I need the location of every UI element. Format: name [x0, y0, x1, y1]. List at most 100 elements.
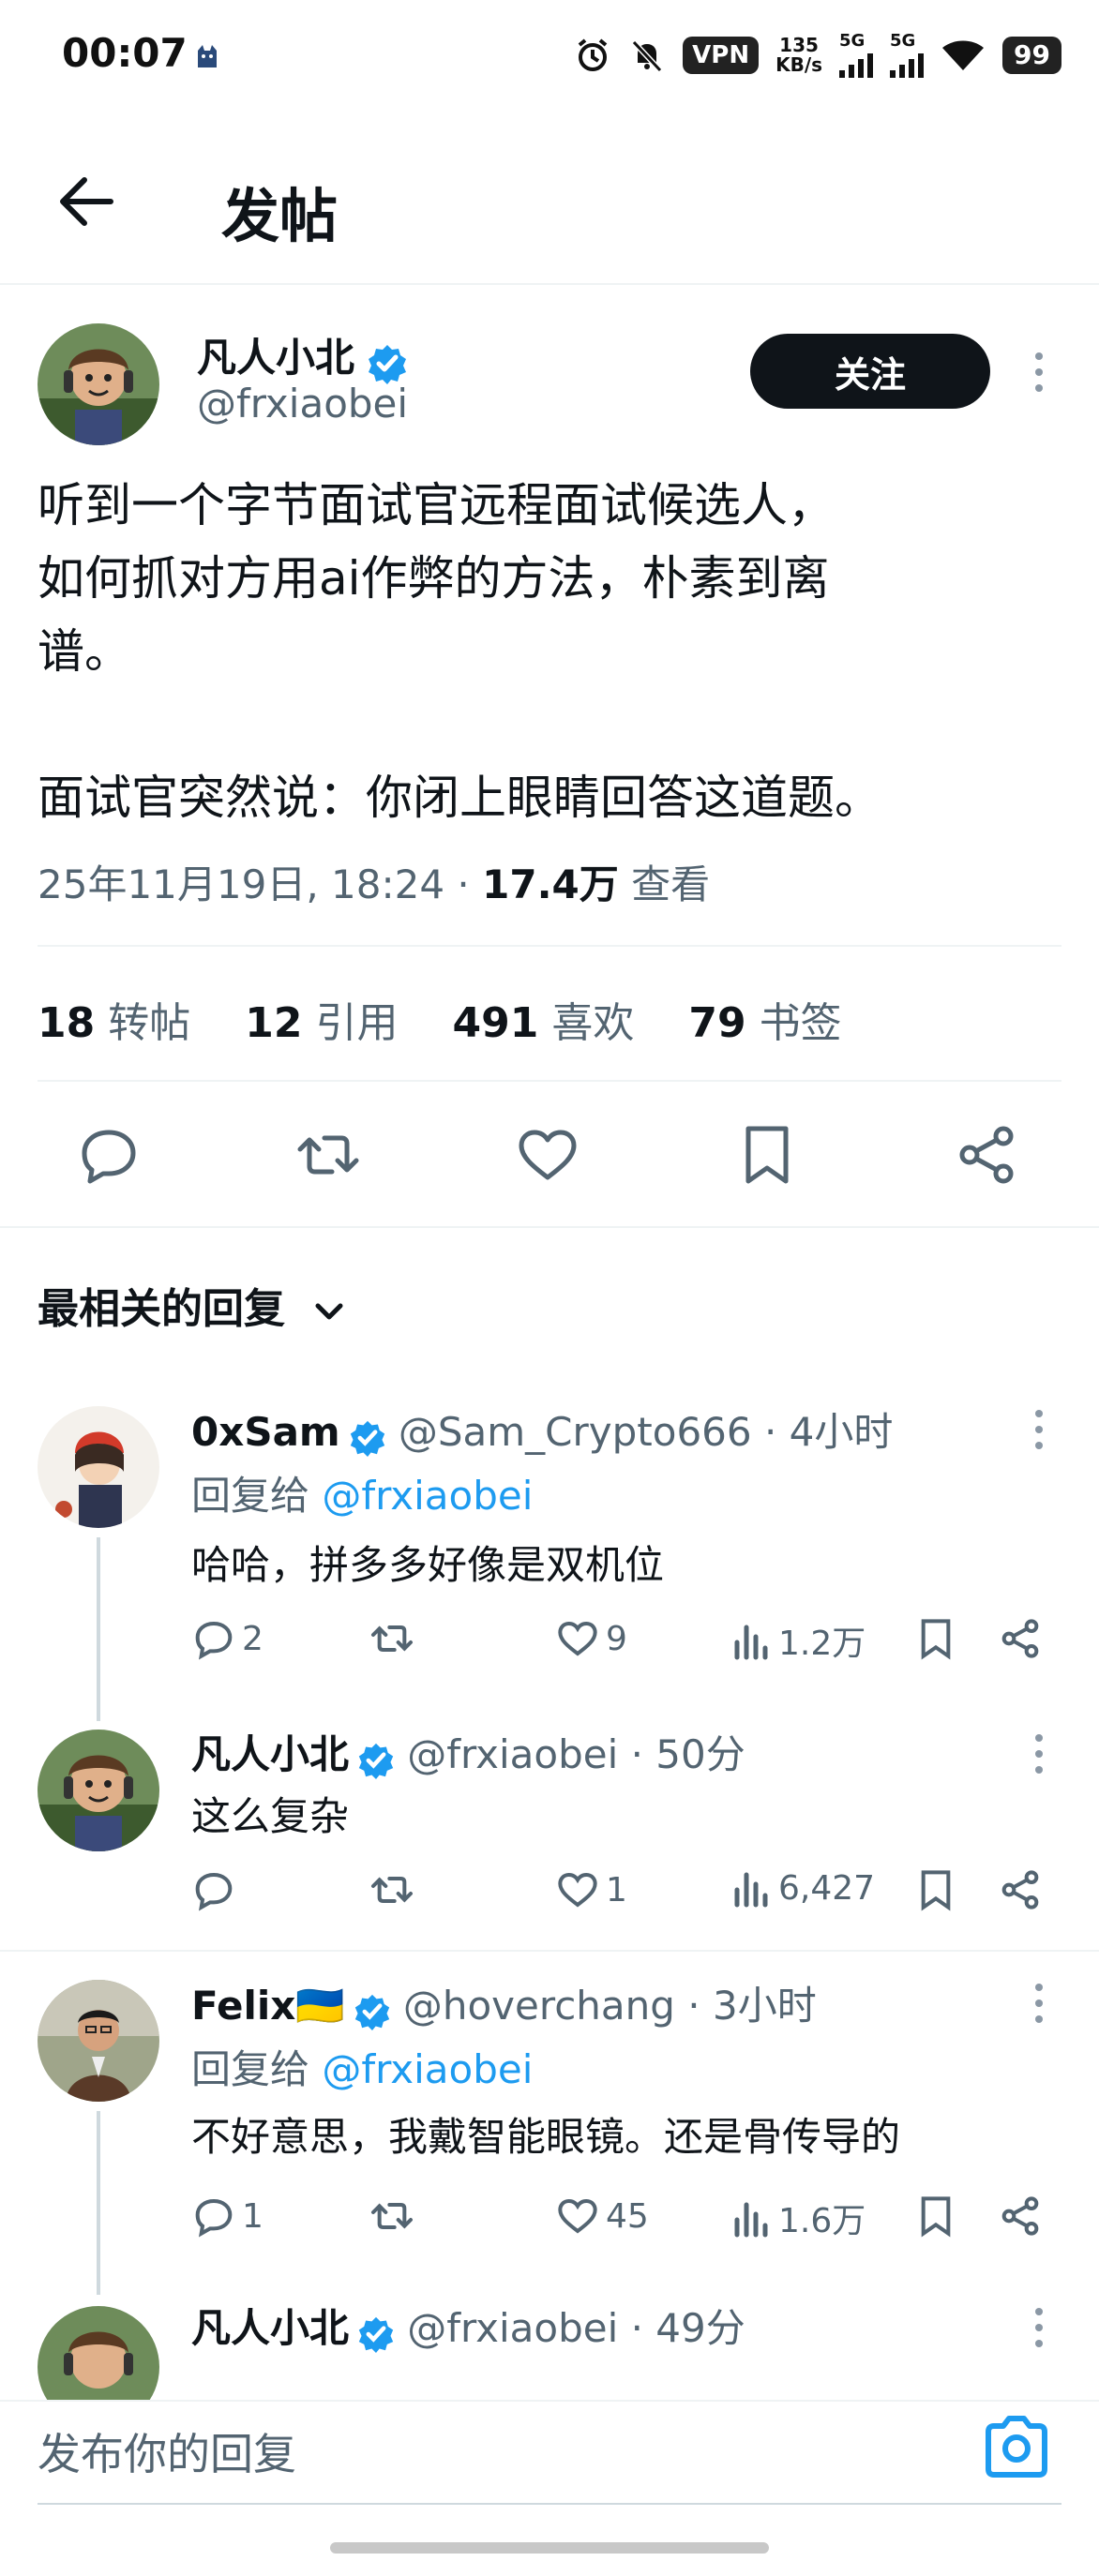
- reply-avatar-felix[interactable]: [38, 1980, 159, 2102]
- retweet-icon: [371, 1877, 413, 1903]
- retweet-icon[interactable]: [294, 1121, 362, 1189]
- reply-icon[interactable]: [75, 1121, 143, 1189]
- reply-author-name[interactable]: 0xSam: [191, 1409, 340, 1455]
- verified-badge-icon: [358, 2316, 394, 2353]
- retweet-button[interactable]: [369, 1867, 420, 1912]
- chevron-down-icon: [315, 1303, 343, 1320]
- network-speed: 135 KB/s: [775, 34, 823, 76]
- reply-handle[interactable]: @frxiaobei · 49分: [407, 2305, 745, 2351]
- back-arrow-icon[interactable]: [54, 169, 120, 234]
- reply-header: 0xSam @Sam_Crypto666 · 4小时: [191, 1400, 893, 1458]
- share-icon: [1001, 2196, 1039, 2236]
- post-text: 听到一个字节面试官远程面试候选人， 如何抓对方用ai作弊的方法，朴素到离 谱。 …: [38, 478, 881, 825]
- retweet-button[interactable]: [369, 1616, 420, 1661]
- author-name-row: 凡人小北: [197, 326, 408, 384]
- share-icon: [1001, 1619, 1039, 1658]
- reply-button[interactable]: 1: [191, 2194, 263, 2239]
- view-count: 17.4万: [482, 861, 619, 907]
- reply-icon: [195, 1872, 233, 1911]
- status-time: 00:07: [62, 30, 188, 76]
- like-button[interactable]: 9: [555, 1616, 627, 1661]
- author-avatar[interactable]: [38, 323, 159, 445]
- home-indicator[interactable]: [330, 2542, 769, 2554]
- more-options-icon[interactable]: [1030, 2304, 1048, 2351]
- stats-divider: [38, 1080, 1061, 1082]
- bookmark-icon: [921, 1619, 951, 1660]
- signal-bars-icon: [890, 50, 925, 78]
- verified-badge-icon: [369, 344, 407, 384]
- camera-icon[interactable]: [981, 2411, 1052, 2482]
- share-button[interactable]: [998, 1616, 1043, 1661]
- more-options-icon[interactable]: [1030, 1406, 1048, 1453]
- like-button[interactable]: 45: [555, 2194, 649, 2239]
- bookmarks-stat[interactable]: 79 书签: [688, 999, 841, 1047]
- header-divider: [0, 283, 1099, 285]
- reply-handle[interactable]: @hoverchang · 3小时: [403, 1983, 817, 2029]
- analytics-bars-icon: [734, 1872, 768, 1908]
- reply-to-link[interactable]: @frxiaobei: [322, 2046, 533, 2092]
- wifi-icon: [942, 40, 985, 70]
- bookmark-icon: [921, 1870, 951, 1911]
- reply-author-name[interactable]: Felix🇺🇦: [191, 1983, 345, 2029]
- reply-author-name[interactable]: 凡人小北: [191, 1731, 349, 1777]
- reply-header: Felix🇺🇦 @hoverchang · 3小时: [191, 1974, 817, 2031]
- reply-to-link[interactable]: @frxiaobei: [322, 1473, 533, 1519]
- replies-sort-dropdown[interactable]: 最相关的回复: [38, 1275, 348, 1335]
- thread-line: [97, 2111, 100, 2295]
- reply-avatar-0xsam[interactable]: [38, 1406, 159, 1528]
- more-options-icon[interactable]: [1030, 1730, 1048, 1777]
- reply-handle[interactable]: @Sam_Crypto666 · 4小时: [399, 1409, 894, 1455]
- follow-button[interactable]: 关注: [750, 334, 990, 409]
- verified-badge-icon: [358, 1743, 394, 1779]
- status-icons: VPN 135 KB/s 5G 5G 99: [574, 32, 1061, 79]
- likes-stat[interactable]: 491 喜欢: [452, 999, 634, 1047]
- retweet-button[interactable]: [369, 2194, 420, 2239]
- share-icon[interactable]: [953, 1121, 1020, 1189]
- reply-input[interactable]: 发布你的回复: [38, 2420, 296, 2482]
- compose-underline: [38, 2503, 1061, 2505]
- bookmark-button[interactable]: [913, 1867, 958, 1912]
- reply-text: 不好意思，我戴智能眼镜。还是骨传导的: [191, 2114, 901, 2160]
- retweets-stat[interactable]: 18 转帖: [38, 999, 190, 1047]
- analytics-bars-icon: [734, 1625, 768, 1660]
- analytics-bars-icon: [734, 2202, 768, 2238]
- views-button[interactable]: 6,427: [731, 1867, 875, 1909]
- reply-avatar-frxiaobei[interactable]: [38, 1730, 159, 1851]
- reply-author-name[interactable]: 凡人小北: [191, 2305, 349, 2351]
- bookmark-icon[interactable]: [733, 1121, 801, 1189]
- share-icon: [1001, 1870, 1039, 1910]
- verified-badge-icon: [354, 1994, 389, 2030]
- more-options-icon[interactable]: [1030, 349, 1048, 396]
- reply-action-bar: 2 9 1.2万: [191, 1616, 1054, 1672]
- bookmark-button[interactable]: [913, 2194, 958, 2239]
- views-button[interactable]: 1.2万: [731, 1616, 866, 1665]
- share-button[interactable]: [998, 1867, 1043, 1912]
- bookmark-button[interactable]: [913, 1616, 958, 1661]
- mute-bell-icon: [631, 39, 663, 73]
- reply-handle[interactable]: @frxiaobei · 50分: [407, 1731, 745, 1777]
- reply-header: 凡人小北 @frxiaobei · 49分: [191, 2297, 745, 2354]
- retweet-icon: [371, 1625, 413, 1652]
- reply-text: 哈哈，拼多多好像是双机位: [191, 1542, 665, 1588]
- retweet-icon: [371, 2203, 413, 2229]
- alarm-icon: [578, 38, 608, 71]
- reply-action-bar: 1 6,427: [191, 1867, 1054, 1924]
- like-heart-icon[interactable]: [514, 1121, 581, 1189]
- like-heart-icon: [558, 1621, 597, 1656]
- reply-to-line: 回复给 @frxiaobei: [191, 2046, 534, 2092]
- quotes-stat[interactable]: 12 引用: [245, 999, 398, 1047]
- share-button[interactable]: [998, 2194, 1043, 2239]
- vpn-badge: VPN: [683, 37, 760, 74]
- reply-button[interactable]: 2: [191, 1616, 263, 1661]
- signal-5g-1: 5G: [839, 33, 874, 78]
- author-handle[interactable]: @frxiaobei: [197, 381, 408, 427]
- battery-indicator: 99: [1002, 37, 1061, 74]
- like-button[interactable]: 1: [555, 1867, 627, 1912]
- actions-divider: [0, 1226, 1099, 1228]
- reply-icon: [195, 1621, 233, 1660]
- reply-button[interactable]: [191, 1867, 242, 1912]
- signal-5g-2: 5G: [890, 33, 925, 78]
- more-options-icon[interactable]: [1030, 1980, 1048, 2027]
- author-name[interactable]: 凡人小北: [197, 335, 354, 381]
- views-button[interactable]: 1.6万: [731, 2194, 866, 2242]
